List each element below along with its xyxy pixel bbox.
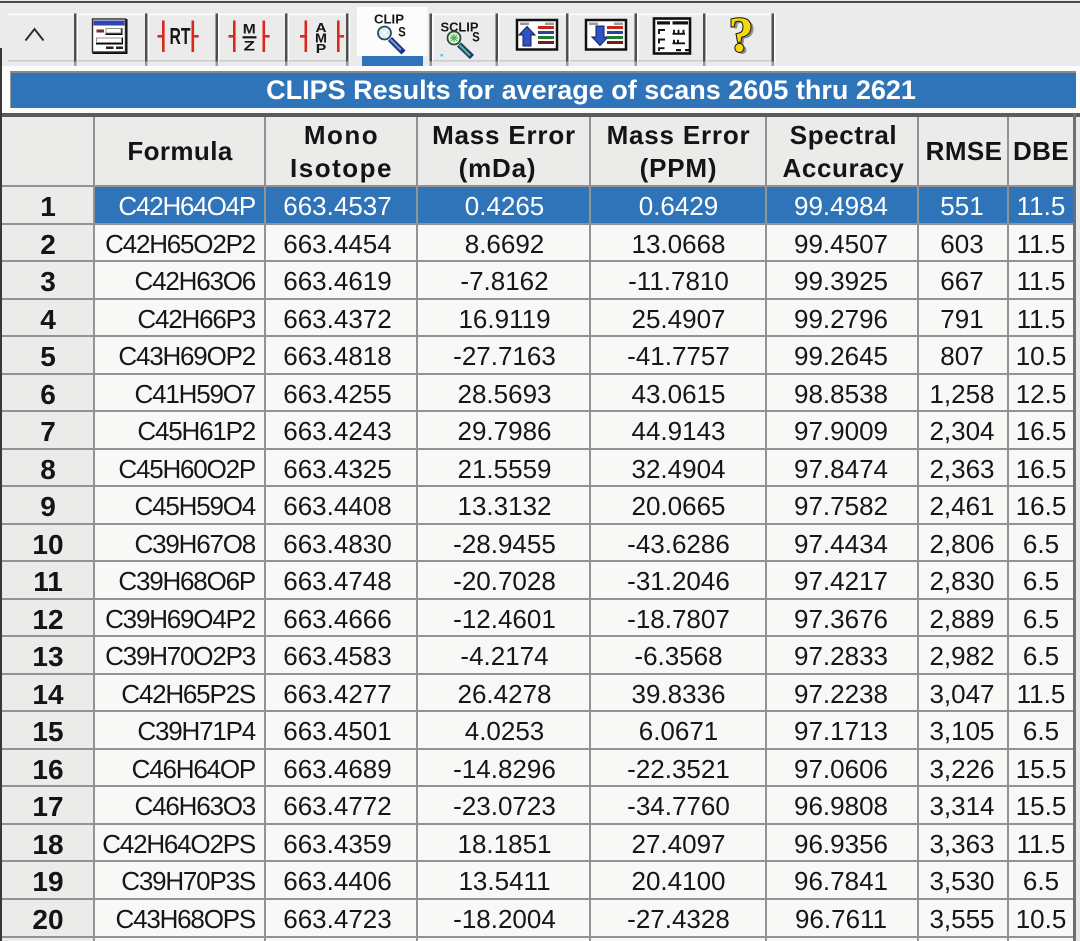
svg-text:S: S [472, 29, 480, 45]
svg-text:P: P [316, 41, 327, 56]
svg-text:M: M [243, 21, 256, 37]
svg-text:Z: Z [244, 38, 256, 54]
svg-text:S: S [398, 24, 406, 40]
svg-text:RT: RT [170, 23, 191, 49]
svg-text:?: ? [729, 6, 754, 62]
